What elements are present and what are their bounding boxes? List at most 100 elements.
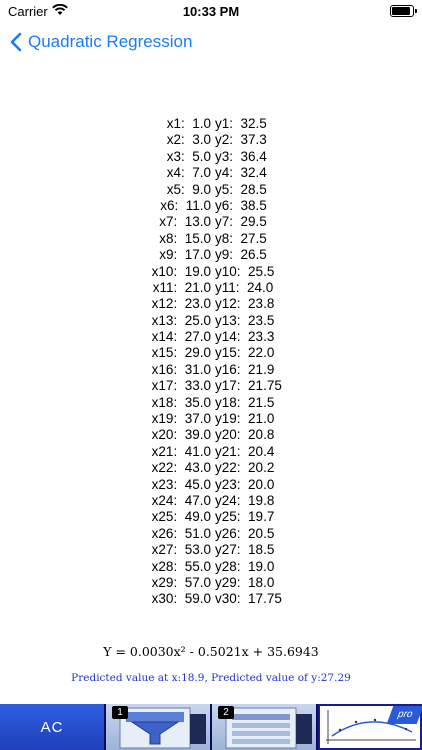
x-value: x17: 33.0	[152, 378, 211, 394]
x-value: x3: 5.0	[167, 149, 211, 165]
x-value: x25: 49.0	[152, 509, 211, 525]
y-value: y27: 18.5	[215, 542, 274, 558]
x-label: x22:	[151, 460, 178, 476]
data-point-row: x1: 1.0 y1: 32.5	[0, 116, 422, 132]
y-value: y9: 26.5	[215, 247, 267, 263]
y-number: 29.5	[240, 214, 267, 230]
x-label: x6:	[160, 197, 179, 213]
y-number: 20.0	[248, 476, 275, 492]
x-value: x5: 9.0	[167, 182, 211, 198]
x-label: x8:	[159, 230, 178, 246]
y-value: y6: 38.5	[215, 198, 267, 214]
x-number: 1.0	[192, 116, 211, 131]
data-point-row: x2: 3.0 y2: 37.3	[0, 132, 422, 148]
data-point-row: x11: 21.0 y11: 24.0	[0, 280, 422, 296]
data-point-row: x17: 33.0 y17: 21.75	[0, 378, 422, 394]
x-number: 39.0	[184, 427, 211, 443]
y-number: 18.0	[248, 574, 275, 590]
x-number: 49.0	[184, 509, 211, 525]
x-value: x6: 11.0	[160, 198, 211, 214]
x-value: x7: 13.0	[159, 214, 211, 230]
x-label: x25:	[151, 509, 178, 525]
graph-view-button[interactable]: pro	[318, 704, 422, 750]
y-label: y5:	[215, 181, 234, 197]
x-value: x10: 19.0	[152, 264, 211, 280]
y-number: 38.5	[240, 197, 267, 213]
x-number: 27.0	[184, 329, 211, 345]
y-value: y26: 20.5	[215, 526, 274, 542]
x-label: x12:	[151, 296, 178, 312]
x-value: x26: 51.0	[152, 526, 211, 542]
y-label: y3:	[215, 148, 234, 164]
table-view-button[interactable]: 2	[212, 704, 318, 750]
y-value: y1: 32.5	[215, 116, 267, 132]
x-value: x21: 41.0	[152, 444, 211, 460]
x-label: x15:	[151, 345, 178, 361]
x-number: 21.0	[184, 279, 211, 295]
ac-button[interactable]: AC	[0, 704, 106, 750]
x-value: x12: 23.0	[152, 296, 211, 312]
y-value: y11: 24.0	[215, 280, 273, 296]
y-number: 21.75	[248, 378, 282, 394]
y-value: y3: 36.4	[215, 149, 267, 165]
clock: 10:33 PM	[182, 4, 240, 19]
x-value: x27: 53.0	[152, 542, 211, 558]
x-label: x21:	[151, 443, 178, 459]
data-point-row: x14: 27.0 y14: 23.3	[0, 329, 422, 345]
data-point-row: x27: 53.0 y27: 18.5	[0, 542, 422, 558]
back-button[interactable]: Quadratic Regression	[10, 32, 192, 52]
y-value: y2: 37.3	[215, 132, 267, 148]
data-point-row: x16: 31.0 y16: 21.9	[0, 362, 422, 378]
x-number: 43.0	[184, 460, 211, 476]
x-number: 41.0	[184, 443, 211, 459]
y-value: y7: 29.5	[215, 214, 267, 230]
y-label: y16:	[215, 361, 241, 377]
y-value: y15: 22.0	[215, 345, 274, 361]
x-label: x23:	[151, 476, 178, 492]
y-value: y18: 21.5	[215, 395, 274, 411]
x-label: x3:	[166, 148, 185, 164]
y-number: 37.3	[240, 132, 267, 148]
data-point-row: x29: 57.0 y29: 18.0	[0, 575, 422, 591]
y-value: y19: 21.0	[215, 411, 274, 427]
y-label: y24:	[215, 492, 241, 508]
y-number: 27.5	[240, 230, 267, 246]
y-number: 28.5	[240, 181, 267, 197]
data-point-row: x4: 7.0 y4: 32.4	[0, 165, 422, 181]
x-number: 59.0	[184, 591, 211, 607]
x-label: x14:	[151, 329, 178, 345]
y-number: 17.75	[248, 591, 282, 607]
y-number: 25.5	[248, 263, 275, 279]
y-value: y29: 18.0	[215, 575, 274, 591]
x-value: x14: 27.0	[152, 329, 211, 345]
data-point-row: x21: 41.0 y21: 20.4	[0, 444, 422, 460]
data-point-row: x28: 55.0 y28: 19.0	[0, 559, 422, 575]
x-label: x29:	[151, 574, 178, 590]
y-label: y17:	[215, 378, 241, 394]
x-label: x13:	[151, 312, 178, 328]
y-label: y10:	[215, 263, 241, 279]
x-label: x9:	[159, 247, 178, 263]
y-number: 32.4	[240, 165, 267, 181]
y-label: y8:	[215, 230, 234, 246]
y-label: y2:	[215, 132, 234, 148]
data-point-row: x3: 5.0 y3: 36.4	[0, 149, 422, 165]
x-number: 57.0	[184, 574, 211, 590]
data-entry-button[interactable]: 1	[106, 704, 212, 750]
y-label: y28:	[215, 558, 241, 574]
x-number: 15.0	[184, 230, 211, 246]
x-label: x28:	[151, 558, 178, 574]
y-value: y10: 25.5	[215, 264, 274, 280]
y-number: 20.4	[248, 443, 275, 459]
y-number: 19.0	[248, 558, 275, 574]
x-number: 5.0	[192, 148, 211, 164]
x-number: 51.0	[184, 525, 211, 541]
y-number: 23.8	[248, 296, 275, 312]
x-label: x26:	[151, 525, 178, 541]
y-label: y11:	[215, 279, 240, 295]
y-number: 20.5	[248, 525, 275, 541]
x-label: x5:	[166, 181, 185, 197]
x-value: x18: 35.0	[152, 395, 211, 411]
y-value: y17: 21.75	[215, 378, 282, 394]
data-point-row: x15: 29.0 y15: 22.0	[0, 345, 422, 361]
